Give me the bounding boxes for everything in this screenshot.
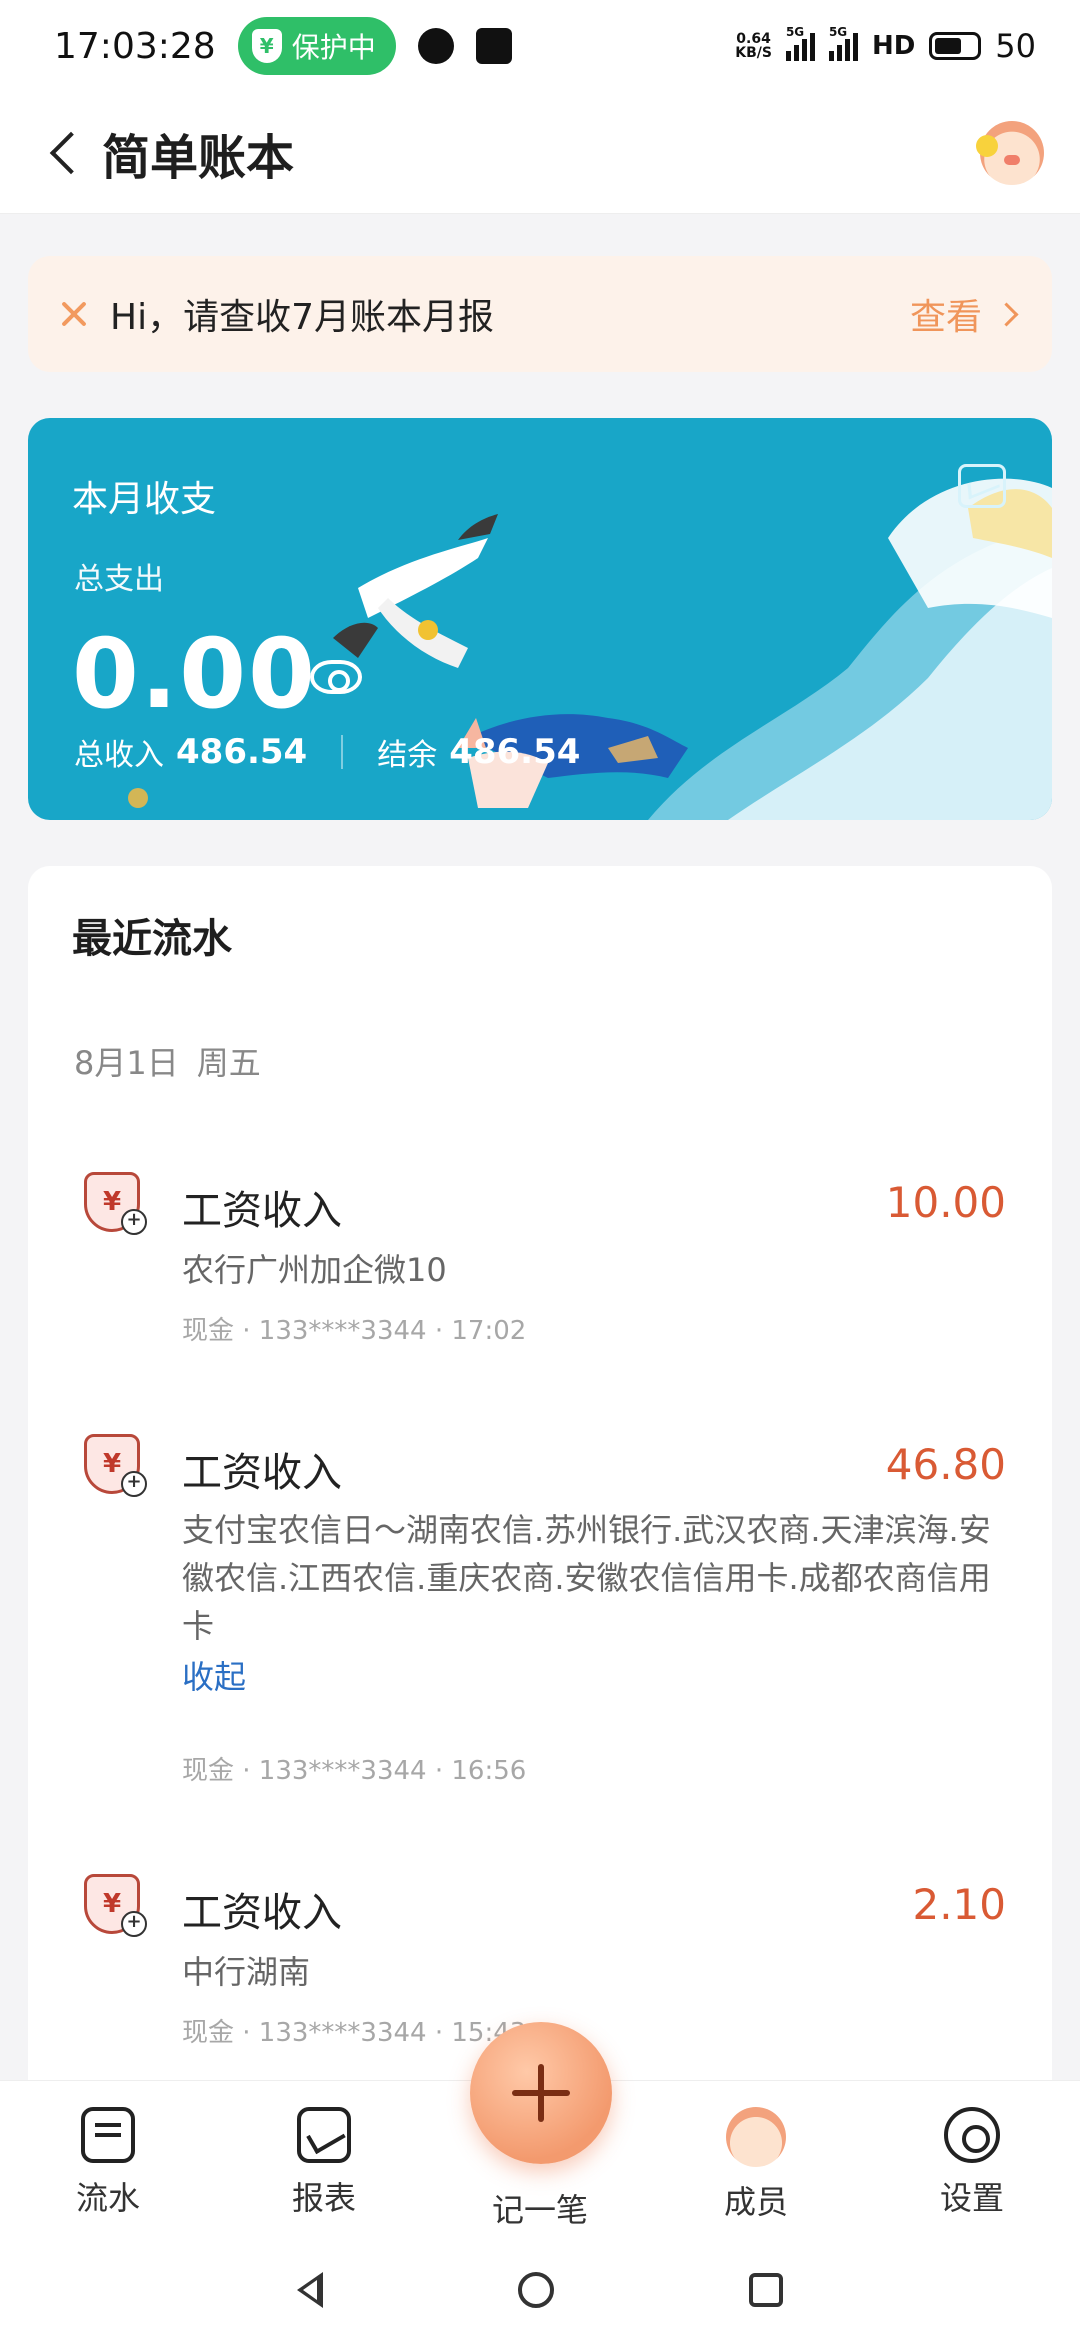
message-notification-icon	[417, 28, 454, 64]
total-expense-label: 总支出	[74, 562, 164, 597]
back-arrow-icon[interactable]	[40, 128, 90, 178]
nav-item-members[interactable]: 成员	[648, 2081, 864, 2241]
transaction-meta: 现金 · 133****3344 · 16:56	[182, 1756, 527, 1786]
transaction-note: 支付宝农信日～湖南农信.苏州银行.武汉农商.天津滨海.安徽农信.江西农信.重庆农…	[182, 1511, 991, 1645]
page-title: 简单账本	[102, 129, 295, 186]
transaction-amount: 46.80	[885, 1440, 1006, 1489]
nav-label: 设置	[939, 2179, 1004, 2217]
transaction-category: 工资收入	[182, 1450, 342, 1496]
monthly-report-banner[interactable]: Hi，请查收7月账本月报 查看	[28, 256, 1052, 372]
protection-badge[interactable]: ¥ 保护中	[237, 17, 396, 75]
signal-icon-2: 5G	[828, 25, 858, 61]
view-report-link[interactable]: 查看	[910, 288, 1020, 340]
nav-item-flow[interactable]: 流水	[0, 2081, 216, 2241]
salary-shield-icon: ¥	[84, 1874, 147, 1937]
chart-icon[interactable]	[958, 464, 1006, 508]
battery-icon	[929, 32, 982, 60]
collapse-link[interactable]: 收起	[182, 1652, 246, 1698]
nav-label: 流水	[75, 2179, 140, 2217]
weekday-label: 周五	[196, 1044, 261, 1082]
add-record-button[interactable]	[470, 2022, 612, 2164]
balance-value: 486.54	[449, 732, 581, 772]
pig-avatar-icon[interactable]	[976, 120, 1044, 185]
monthly-summary-card[interactable]: 本月收支 总支出 0.00 总收入 486.54 结余 486.54	[28, 418, 1052, 820]
system-home-icon[interactable]	[517, 2272, 554, 2308]
hd-indicator: HD	[871, 31, 916, 61]
transaction-amount: 10.00	[885, 1178, 1006, 1227]
gear-icon	[944, 2107, 1000, 2163]
system-recents-icon[interactable]	[748, 2273, 783, 2307]
nav-item-report[interactable]: 报表	[216, 2081, 432, 2241]
app-notification-icon	[475, 28, 512, 64]
transaction-note: 农行广州加企微10	[182, 1251, 447, 1289]
battery-level: 50	[995, 27, 1036, 65]
status-indicators: 0.64 KB/S 5G 5G HD 50	[735, 25, 1036, 65]
date-header: 8月1日 周五	[74, 1038, 261, 1084]
transaction-amount: 2.10	[912, 1880, 1006, 1929]
network-speed: 0.64 KB/S	[735, 31, 772, 61]
protection-label: 保护中	[291, 31, 376, 64]
member-avatar-icon	[726, 2107, 786, 2167]
status-bar: 17:03:28 ¥ 保护中 0.64 KB/S 5G 5G HD 50	[0, 0, 1080, 92]
date-label: 8月1日	[74, 1044, 179, 1082]
total-income-value: 486.54	[176, 732, 308, 772]
nav-label: 记一笔	[491, 2191, 588, 2229]
close-icon[interactable]	[56, 296, 92, 332]
salary-shield-icon: ¥	[84, 1434, 147, 1497]
balance-label: 结余	[377, 738, 438, 773]
app-header: 简单账本	[0, 92, 1080, 214]
summary-footer: 总收入 486.54 结余 486.54	[74, 730, 580, 774]
shield-icon: ¥	[251, 29, 282, 63]
total-expense-value: 0.00	[72, 618, 317, 730]
transaction-category: 工资收入	[182, 1890, 342, 1936]
eye-icon[interactable]	[310, 660, 362, 694]
recent-transactions-card: 最近流水 8月1日周五 ¥ 工资收入 10.00 农行广州加企微10 现金 · …	[28, 866, 1052, 2156]
nav-label: 成员	[723, 2183, 788, 2221]
nav-label: 报表	[291, 2179, 356, 2217]
transaction-meta: 现金 · 133****3344 · 15:43	[182, 2018, 527, 2048]
system-nav-bar	[0, 2240, 1080, 2340]
signal-icon: 5G	[785, 25, 815, 61]
recent-title: 最近流水	[72, 916, 232, 962]
receipt-icon	[81, 2107, 135, 2163]
transaction-category: 工资收入	[182, 1188, 342, 1234]
salary-shield-icon: ¥	[84, 1172, 147, 1235]
chevron-right-icon	[996, 302, 1020, 326]
total-income-label: 总收入	[74, 738, 164, 773]
summary-title: 本月收支	[72, 479, 217, 520]
status-time: 17:03:28	[54, 25, 216, 67]
report-icon	[297, 2107, 351, 2163]
transaction-note: 中行湖南	[182, 1953, 311, 1991]
transaction-meta: 现金 · 133****3344 · 17:02	[182, 1316, 527, 1346]
system-back-icon[interactable]	[297, 2272, 324, 2308]
divider	[341, 735, 344, 769]
banner-text: Hi，请查收7月账本月报	[110, 297, 494, 338]
nav-item-settings[interactable]: 设置	[864, 2081, 1080, 2241]
